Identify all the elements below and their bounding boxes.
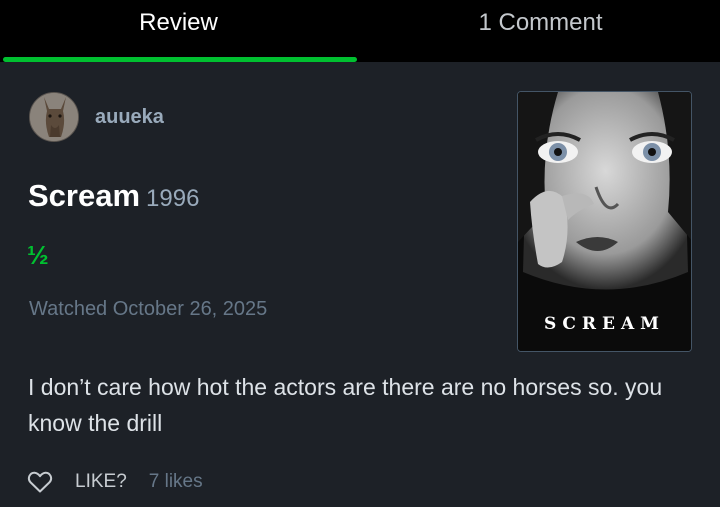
author-name[interactable]: auueka <box>95 106 164 129</box>
active-tab-indicator <box>3 57 357 62</box>
poster-wordmark: SCREAM <box>544 314 665 334</box>
avatar[interactable] <box>29 92 79 142</box>
film-poster[interactable]: SCREAM <box>517 91 692 352</box>
film-year[interactable]: 1996 <box>146 185 199 213</box>
tab-comments[interactable]: 1 Comment <box>362 0 719 62</box>
review-body: I don’t care how hot the actors are ther… <box>28 374 663 436</box>
like-button[interactable]: LIKE? <box>75 471 127 493</box>
heart-outline-icon[interactable] <box>27 470 53 494</box>
review-author[interactable]: auueka <box>29 92 164 142</box>
film-title[interactable]: Scream 1996 <box>28 178 199 214</box>
like-row: LIKE? 7 likes <box>27 465 203 499</box>
likes-count[interactable]: 7 likes <box>149 471 203 493</box>
star-rating: ½ <box>27 240 49 270</box>
tab-bar: Review 1 Comment <box>0 0 720 62</box>
tab-review[interactable]: Review <box>0 0 357 62</box>
poster-artwork <box>518 92 691 351</box>
watched-date: Watched October 26, 2025 <box>29 298 268 320</box>
film-name[interactable]: Scream <box>28 178 140 214</box>
horse-avatar-image <box>30 93 78 141</box>
